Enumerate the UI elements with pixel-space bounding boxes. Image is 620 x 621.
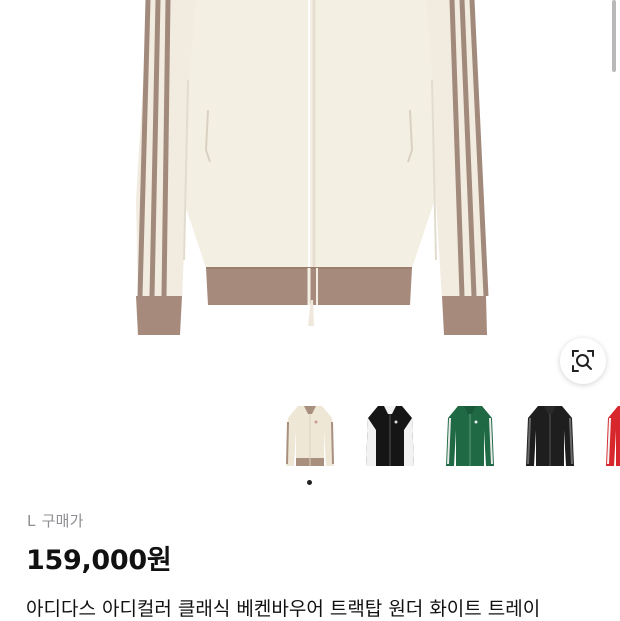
product-price: 159,000원 bbox=[26, 545, 172, 576]
thumbnail-red[interactable] bbox=[602, 400, 620, 476]
scrollbar[interactable] bbox=[612, 0, 616, 72]
thumbnail-wonder-white[interactable] bbox=[282, 400, 338, 476]
product-title: 아디다스 아디컬러 클래식 베켄바우어 트랙탑 원더 화이트 트레이 bbox=[26, 598, 541, 620]
size-price-type: L 구매가 bbox=[27, 510, 90, 531]
thumbnail-black-white[interactable] bbox=[362, 400, 418, 476]
thumbnail-green[interactable] bbox=[442, 400, 498, 476]
color-thumbnails bbox=[282, 400, 620, 476]
visual-search-icon bbox=[570, 348, 596, 374]
carousel-indicator-dot bbox=[307, 480, 312, 485]
size-label: L bbox=[27, 512, 36, 530]
thumbnail-black[interactable] bbox=[522, 400, 578, 476]
price-type-label: 구매가 bbox=[41, 512, 84, 530]
product-image[interactable] bbox=[0, 0, 620, 392]
visual-search-button[interactable] bbox=[560, 338, 606, 384]
